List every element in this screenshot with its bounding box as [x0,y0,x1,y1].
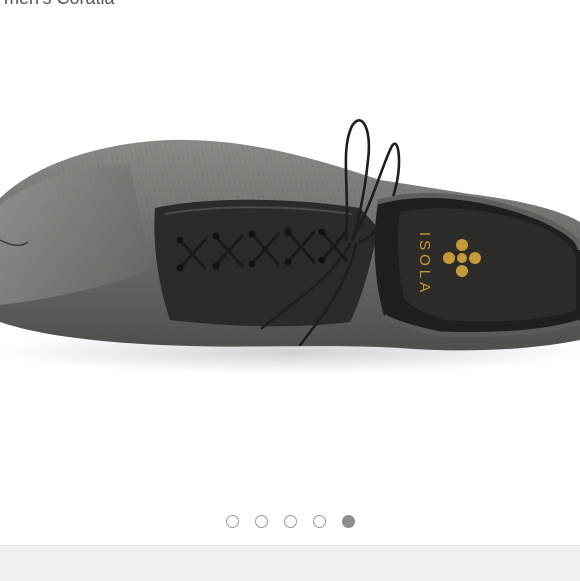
product-image[interactable]: ISOLA [0,90,580,390]
carousel-dot[interactable] [312,514,326,528]
product-title: men's Coratia [0,0,580,12]
carousel-dot[interactable] [225,514,239,528]
carousel-indicator [0,512,580,530]
brand-wordmark: ISOLA [416,232,433,296]
carousel-dot[interactable] [254,514,268,528]
bottom-bar [0,545,580,581]
carousel-dot-active[interactable] [341,514,355,528]
carousel-dot[interactable] [283,514,297,528]
